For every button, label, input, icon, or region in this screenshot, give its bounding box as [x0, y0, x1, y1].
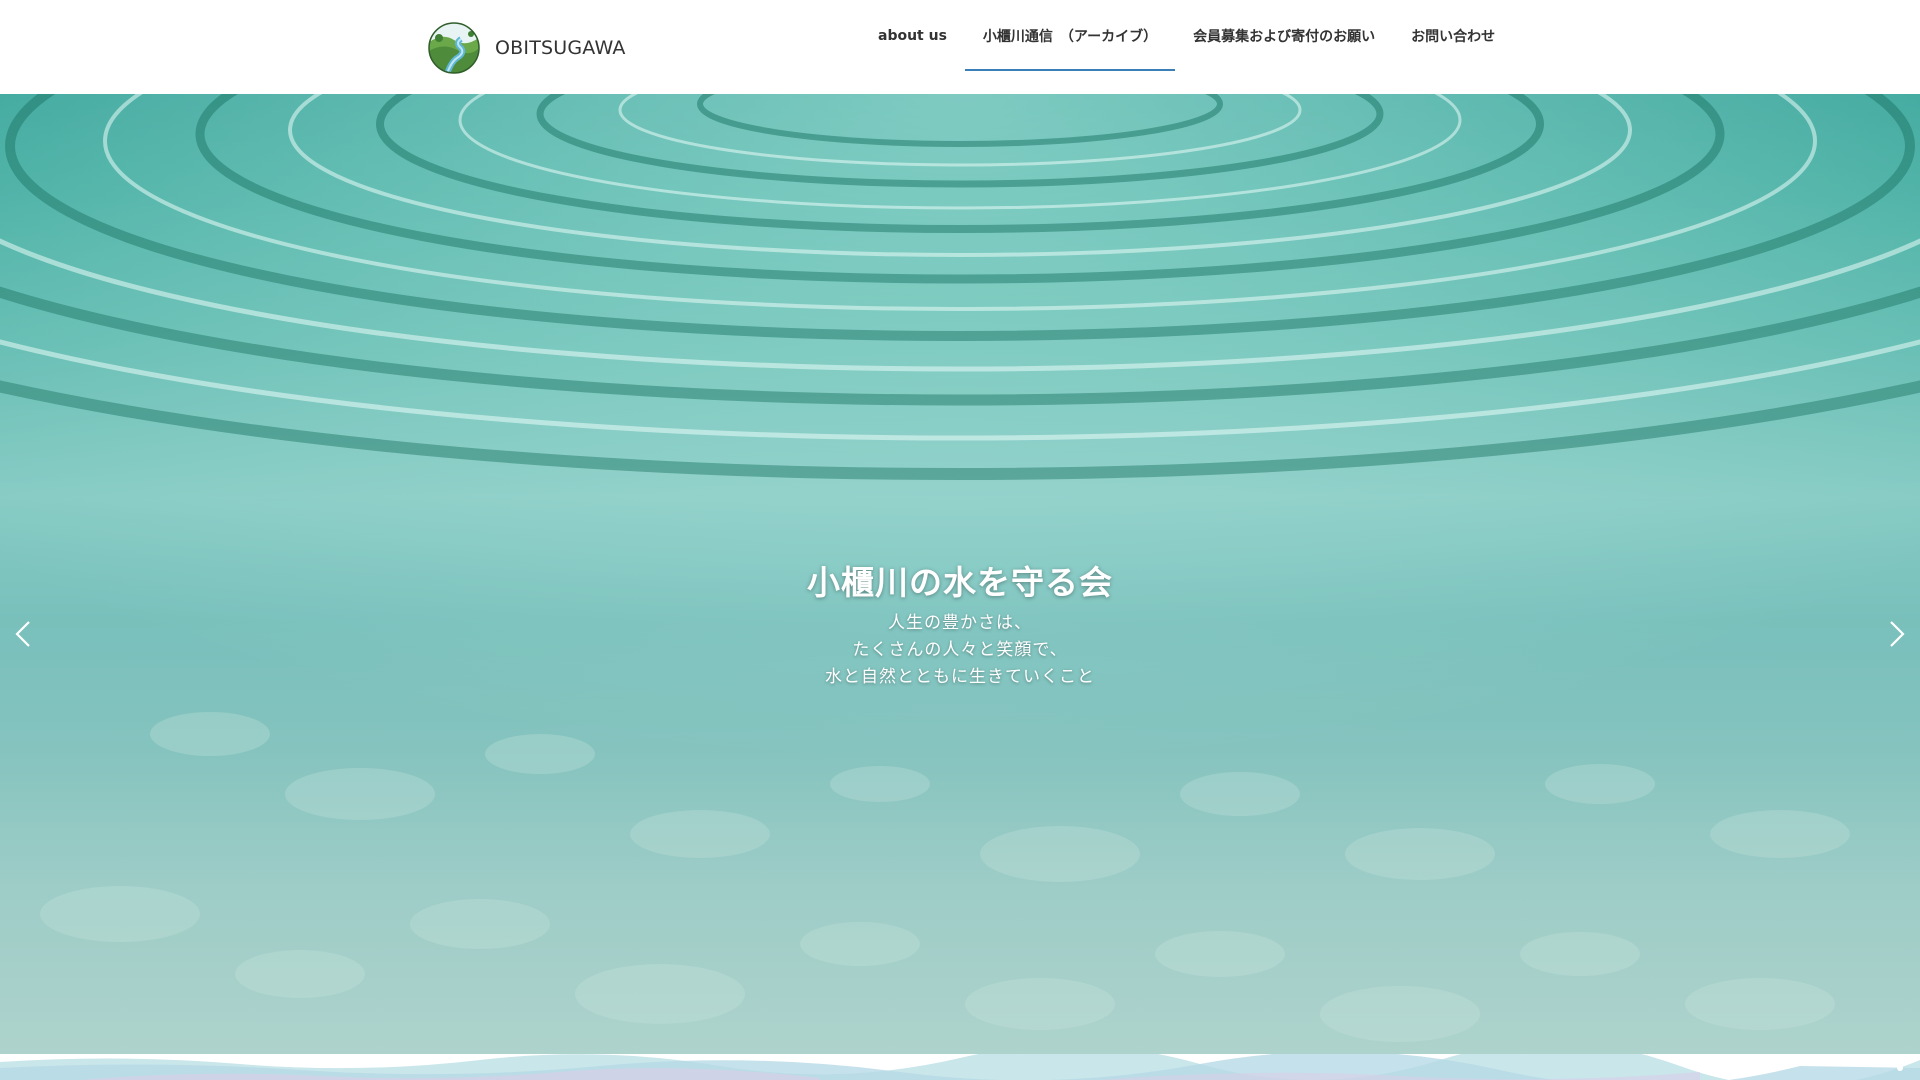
chevron-right-icon	[1890, 621, 1905, 647]
brand-name: OBITSUGAWA	[495, 37, 626, 59]
main-nav: about us 小櫃川通信 （アーカイブ） 会員募集および寄付のお願い お問い…	[860, 0, 1513, 94]
hero-tagline-line: 水と自然とともに生きていくこと	[825, 667, 1095, 687]
nav-item-label: お問い合わせ	[1411, 29, 1496, 45]
hero-tagline-line: 人生の豊かさは、	[888, 613, 1032, 633]
river-landscape-logo-icon	[428, 22, 480, 74]
slider-prev-button[interactable]	[8, 614, 38, 654]
hero-tagline: 人生の豊かさは、 たくさんの人々と笑顔で、 水と自然とともに生きていくこと	[0, 610, 1920, 691]
slider-next-button[interactable]	[1882, 614, 1912, 654]
nav-item-newsletter-archive[interactable]: 小櫃川通信 （アーカイブ）	[964, 0, 1176, 72]
nav-item-label: 会員募集および寄付のお願い	[1193, 29, 1376, 45]
hero-slider: 小櫃川の水を守る会 人生の豊かさは、 たくさんの人々と笑顔で、 水と自然とともに…	[0, 94, 1920, 1054]
nav-item-label: about us	[878, 28, 947, 44]
site-header: OBITSUGAWA about us 小櫃川通信 （アーカイブ） 会員募集およ…	[0, 0, 1920, 94]
nav-item-about-us[interactable]: about us	[860, 0, 965, 72]
chevron-left-icon	[15, 621, 30, 647]
brand-home-link[interactable]: OBITSUGAWA	[427, 22, 626, 74]
nav-item-membership-donation[interactable]: 会員募集および寄付のお願い	[1175, 0, 1393, 72]
hero-tagline-line: たくさんの人々と笑顔で、	[852, 640, 1068, 660]
hero-title: 小櫃川の水を守る会	[807, 563, 1113, 602]
nav-item-contact[interactable]: お問い合わせ	[1393, 0, 1513, 72]
watercolor-decoration	[0, 1054, 1920, 1080]
decorative-watercolor-strip	[0, 1054, 1920, 1080]
nav-item-label: 小櫃川通信 （アーカイブ）	[982, 29, 1158, 45]
